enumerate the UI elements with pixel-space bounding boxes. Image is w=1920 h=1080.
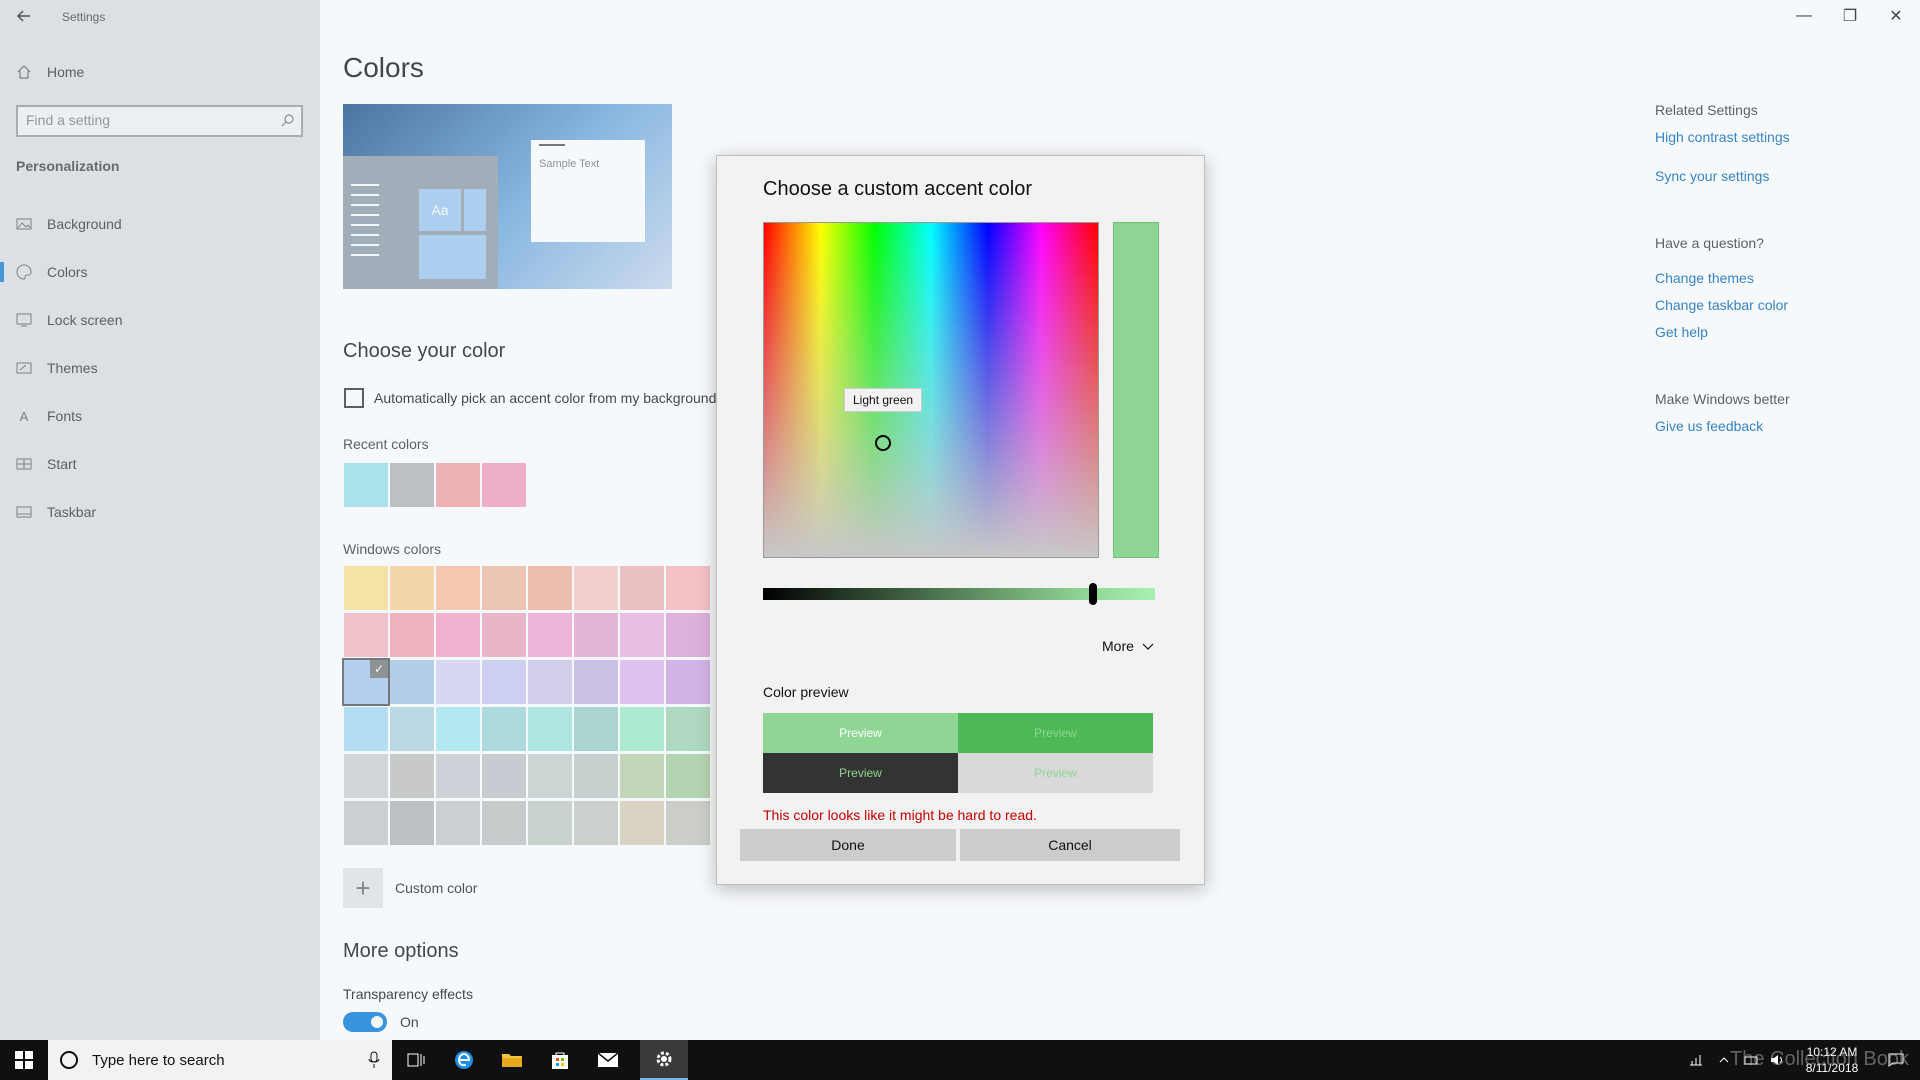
preview-dark-bg: Preview <box>763 753 958 793</box>
store-icon[interactable] <box>536 1040 584 1080</box>
contrast-warning: This color looks like it might be hard t… <box>763 807 1037 823</box>
cortana-icon <box>60 1051 78 1069</box>
custom-accent-color-dialog: Choose a custom accent color Light green… <box>716 155 1205 885</box>
chevron-down-icon <box>1142 638 1154 654</box>
preview-light-bg: Preview <box>958 753 1153 793</box>
taskbar-search-placeholder: Type here to search <box>92 1051 225 1069</box>
microphone-icon[interactable] <box>368 1051 380 1073</box>
mail-icon[interactable] <box>584 1040 632 1080</box>
file-explorer-icon[interactable] <box>488 1040 536 1080</box>
taskbar-search-box[interactable]: Type here to search <box>48 1040 392 1080</box>
more-toggle[interactable]: More <box>1102 638 1154 654</box>
color-tooltip: Light green <box>844 388 923 412</box>
taskbar: Type here to search 10:12 AM 8/11/2018 <box>0 1040 1920 1080</box>
dialog-title: Choose a custom accent color <box>763 178 1033 200</box>
windows-start-icon[interactable] <box>0 1040 48 1080</box>
preview-accent-bg: Preview <box>958 713 1153 753</box>
modal-dim-sidebar <box>0 0 320 1040</box>
value-slider-thumb[interactable] <box>1089 583 1097 605</box>
color-spectrum[interactable]: Light green <box>763 222 1099 558</box>
task-view-icon[interactable] <box>392 1040 440 1080</box>
color-preview-label: Color preview <box>763 684 849 700</box>
preview-light-text: Preview <box>763 713 958 753</box>
selected-color-swatch <box>1113 222 1159 558</box>
network-icon[interactable] <box>1682 1040 1710 1080</box>
cancel-button[interactable]: Cancel <box>960 829 1180 861</box>
watermark: The Collection Book <box>1730 1048 1909 1070</box>
edge-browser-icon[interactable] <box>440 1040 488 1080</box>
color-picker-handle[interactable] <box>875 435 891 451</box>
done-button[interactable]: Done <box>740 829 956 861</box>
more-label: More <box>1102 638 1134 654</box>
settings-gear-icon[interactable] <box>640 1040 688 1080</box>
